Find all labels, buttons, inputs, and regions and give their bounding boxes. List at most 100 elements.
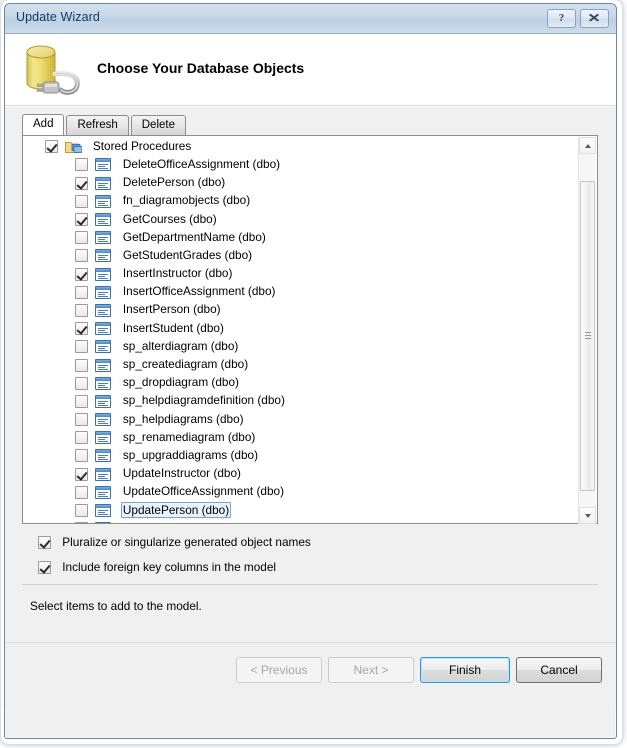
- stored-procedure-icon: [95, 322, 112, 336]
- tree-item-checkbox[interactable]: [75, 176, 88, 190]
- tree-item-checkbox[interactable]: [75, 413, 88, 427]
- close-icon: ✕: [587, 11, 602, 25]
- tree-root-label: Stored Procedures: [92, 138, 192, 153]
- tree-item[interactable]: InsertInstructor (dbo): [25, 265, 578, 283]
- tree-item[interactable]: sp_upgraddiagrams (dbo): [25, 447, 578, 465]
- panel-divider: [22, 584, 598, 585]
- tree-item-checkbox[interactable]: [75, 467, 88, 481]
- scrollbar-grip-icon: [585, 332, 591, 340]
- tree-item-checkbox[interactable]: [75, 376, 88, 390]
- scroll-up-arrow-icon[interactable]: [579, 137, 596, 154]
- stored-procedure-icon: [95, 413, 112, 427]
- tree-item-label: sp_creatediagram (dbo): [122, 357, 249, 372]
- update-wizard-window: Update Wizard ? ✕ Choose Your Database O…: [4, 3, 617, 739]
- finish-button[interactable]: Finish: [420, 657, 510, 683]
- tree-item-label: sp_renamediagram (dbo): [122, 429, 256, 444]
- option-pluralize-label: Pluralize or singularize generated objec…: [62, 534, 311, 549]
- stored-procedure-icon: [95, 267, 112, 281]
- tree-item-checkbox[interactable]: [75, 267, 88, 281]
- tree-item-label: sp_dropdiagram (dbo): [122, 375, 239, 390]
- scroll-down-arrow-icon[interactable]: [579, 507, 596, 524]
- tree-item[interactable]: UpdateStudent (dbo): [25, 520, 578, 523]
- tree-item-selected[interactable]: UpdatePerson (dbo): [25, 501, 578, 520]
- cancel-button[interactable]: Cancel: [516, 657, 602, 683]
- stored-procedure-icon: [95, 249, 112, 263]
- tree-item-label: UpdateStudent (dbo): [121, 520, 235, 523]
- tree-item[interactable]: sp_renamediagram (dbo): [25, 429, 578, 447]
- stored-procedure-icon: [95, 504, 112, 518]
- close-button[interactable]: ✕: [580, 9, 609, 28]
- tree-item-checkbox[interactable]: [75, 431, 88, 445]
- tab-page-add: Stored Procedures DeleteOfficeAssignment…: [22, 135, 598, 524]
- tab-add[interactable]: Add: [22, 114, 65, 135]
- stored-procedure-icon: [95, 176, 112, 190]
- tree-item-label: InsertOfficeAssignment (dbo): [122, 284, 276, 299]
- tree-vertical-scrollbar[interactable]: [578, 137, 596, 524]
- stored-procedure-icon: [95, 303, 112, 317]
- tree-item-checkbox[interactable]: [75, 322, 88, 336]
- tree-item[interactable]: DeletePerson (dbo): [25, 174, 578, 192]
- stored-procedure-icon: [95, 213, 112, 227]
- option-foreign-key[interactable]: Include foreign key columns in the model: [38, 560, 276, 575]
- tree-item[interactable]: GetCourses (dbo): [25, 211, 578, 229]
- tree-root-stored-procedures[interactable]: Stored Procedures: [25, 138, 578, 156]
- status-hint-text: Select items to add to the model.: [30, 599, 202, 613]
- option-pluralize[interactable]: Pluralize or singularize generated objec…: [38, 535, 311, 550]
- tree-item-checkbox[interactable]: [75, 340, 88, 354]
- help-button[interactable]: ?: [547, 9, 576, 28]
- tree-item[interactable]: UpdateInstructor (dbo): [25, 465, 578, 483]
- tree-item[interactable]: GetDepartmentName (dbo): [25, 229, 578, 247]
- tree-item-checkbox[interactable]: [75, 194, 88, 208]
- tree-item-checkbox[interactable]: [75, 394, 88, 408]
- tree-item[interactable]: InsertPerson (dbo): [25, 302, 578, 320]
- tree-item-checkbox[interactable]: [75, 504, 88, 518]
- tree-item-label: sp_upgraddiagrams (dbo): [122, 447, 258, 462]
- tree-item-label: InsertStudent (dbo): [122, 320, 224, 335]
- tree-item-checkbox[interactable]: [75, 449, 88, 463]
- stored-procedure-icon: [95, 358, 112, 372]
- tab-refresh[interactable]: Refresh: [66, 115, 129, 135]
- stored-procedure-icon: [95, 449, 112, 463]
- tree-item-checkbox[interactable]: [75, 485, 88, 499]
- tree-item-label: UpdateInstructor (dbo): [122, 466, 241, 481]
- tree-item-label: DeletePerson (dbo): [122, 175, 226, 190]
- option-foreign-key-label: Include foreign key columns in the model: [62, 559, 277, 574]
- tree-item[interactable]: GetStudentGrades (dbo): [25, 247, 578, 265]
- tree-item-label: sp_alterdiagram (dbo): [122, 338, 239, 353]
- tree-item-label: GetDepartmentName (dbo): [122, 229, 266, 244]
- header-banner: Choose Your Database Objects: [5, 34, 616, 106]
- tree-item-label: DeleteOfficeAssignment (dbo): [122, 156, 281, 171]
- option-pluralize-checkbox[interactable]: [38, 536, 51, 550]
- stored-procedures-folder-icon: [65, 140, 83, 154]
- previous-button[interactable]: < Previous: [236, 657, 322, 683]
- stored-procedure-icon: [95, 376, 112, 390]
- tree-item[interactable]: sp_helpdiagrams (dbo): [25, 411, 578, 429]
- button-bar: < Previous Next > Finish Cancel: [5, 642, 616, 709]
- next-button[interactable]: Next >: [328, 657, 414, 683]
- option-foreign-key-checkbox[interactable]: [38, 561, 51, 575]
- tree-item-checkbox[interactable]: [75, 231, 88, 245]
- tree-item[interactable]: UpdateOfficeAssignment (dbo): [25, 484, 578, 502]
- tree-item[interactable]: fn_diagramobjects (dbo): [25, 193, 578, 211]
- tree-root-checkbox[interactable]: [45, 140, 58, 154]
- tree-item-checkbox[interactable]: [75, 358, 88, 372]
- tree-item-checkbox[interactable]: [75, 213, 88, 227]
- tree-item-checkbox[interactable]: [75, 158, 88, 172]
- title-bar: Update Wizard ? ✕: [5, 4, 616, 34]
- tree-item[interactable]: DeleteOfficeAssignment (dbo): [25, 156, 578, 174]
- tree-item-checkbox[interactable]: [75, 249, 88, 263]
- tree-item[interactable]: sp_dropdiagram (dbo): [25, 374, 578, 392]
- tree-item[interactable]: sp_helpdiagramdefinition (dbo): [25, 393, 578, 411]
- tree-item-checkbox[interactable]: [75, 522, 88, 523]
- scrollbar-thumb[interactable]: [580, 181, 595, 491]
- tree-item-label: InsertInstructor (dbo): [122, 266, 233, 281]
- tree-item-label: GetStudentGrades (dbo): [122, 247, 253, 262]
- database-objects-tree[interactable]: Stored Procedures DeleteOfficeAssignment…: [25, 138, 578, 523]
- tree-item-checkbox[interactable]: [75, 303, 88, 317]
- tree-item[interactable]: InsertStudent (dbo): [25, 320, 578, 338]
- tree-item-checkbox[interactable]: [75, 285, 88, 299]
- tab-delete[interactable]: Delete: [130, 115, 186, 135]
- tree-item[interactable]: InsertOfficeAssignment (dbo): [25, 284, 578, 302]
- tree-item[interactable]: sp_alterdiagram (dbo): [25, 338, 578, 356]
- tree-item[interactable]: sp_creatediagram (dbo): [25, 356, 578, 374]
